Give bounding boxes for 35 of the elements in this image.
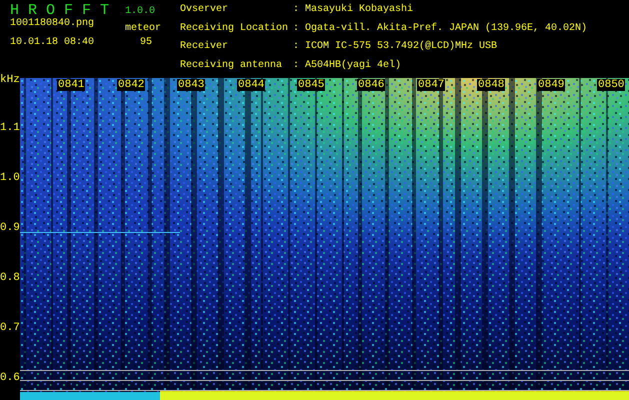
version-number: 1.0.0 <box>125 5 156 18</box>
time-label: 0842 <box>117 79 146 91</box>
time-label: 0848 <box>477 79 506 91</box>
axis-label: 0.7 <box>0 322 20 334</box>
info-label: Receiver <box>180 41 230 54</box>
time-label: 0846 <box>357 79 386 91</box>
info-label: Receiving antenna <box>180 60 284 72</box>
separator: : <box>293 4 300 17</box>
separator: : <box>293 60 300 72</box>
axis-unit: kHz <box>0 74 20 86</box>
axis-label: 0.8 <box>0 272 20 284</box>
info-label: Ovserver <box>180 4 230 17</box>
time-label: 0845 <box>297 79 326 91</box>
meteor-count: 95 <box>139 37 154 48</box>
info-label: Receiving Location <box>180 22 290 36</box>
file-name: 1001180840.png <box>10 18 96 31</box>
axis-label: 1.0 <box>0 172 20 184</box>
info-value: Masayuki Kobayashi <box>305 4 414 17</box>
time-label: 0841 <box>57 79 86 91</box>
info-value: ICOM IC-575 53.7492(@LCD)MHz USB <box>305 41 498 54</box>
time-label: 0843 <box>177 79 206 91</box>
time-label: 0844 <box>237 79 266 91</box>
time-label: 0850 <box>597 79 626 91</box>
axis-label: 0.6 <box>0 372 20 384</box>
info-value: Ogata-vill. Akita-Pref. JAPAN (139.96E, 40.02N) <box>305 22 588 36</box>
axis-label: 1.1 <box>0 122 20 134</box>
separator: : <box>293 41 300 54</box>
info-value: A504HB(yagi 4el) <box>305 60 402 72</box>
time-label: 0849 <box>537 79 566 91</box>
axis-label: 0.9 <box>0 222 20 234</box>
time-label: 0847 <box>417 79 446 91</box>
separator: : <box>293 22 300 36</box>
date-time: 10.01.18 08:40 <box>10 37 96 48</box>
mode-label: meteor <box>125 23 162 34</box>
app-title: H R O F F T <box>10 4 110 18</box>
